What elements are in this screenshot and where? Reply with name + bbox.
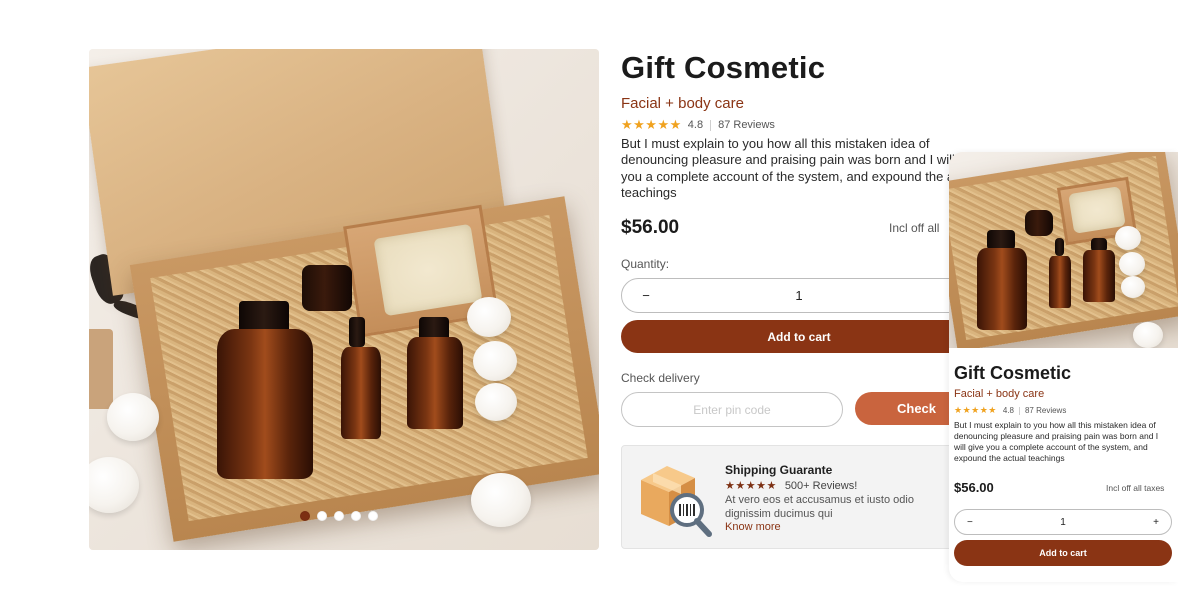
product-subtitle: Facial + body care — [621, 95, 744, 112]
dropper-cap — [349, 317, 365, 347]
decrement-button[interactable]: − — [636, 288, 656, 303]
mobile-add-to-cart-button[interactable]: Add to cart — [954, 540, 1172, 566]
large-bottle — [977, 248, 1027, 330]
product-image[interactable] — [89, 49, 599, 550]
star-rating-icon: ★★★★★ — [725, 480, 777, 492]
dropper-bottle — [1049, 256, 1071, 308]
cotton-flower — [467, 297, 511, 337]
mobile-quantity-stepper: − 1 + — [954, 509, 1172, 535]
dropper-bottle — [341, 347, 381, 439]
mobile-product-image[interactable] — [949, 152, 1178, 348]
quantity-value[interactable]: 1 — [795, 288, 802, 303]
package-search-icon — [641, 466, 712, 537]
product-title: Gift Cosmetic — [621, 50, 826, 85]
soap-bar — [373, 223, 483, 317]
quantity-label: Quantity: — [621, 257, 670, 271]
increment-button[interactable]: + — [1153, 517, 1159, 528]
product-rating: ★★★★★ 4.8 87 Reviews — [621, 117, 775, 133]
cotton-flower — [475, 383, 517, 421]
mobile-product-rating: ★★★★★ 4.8 87 Reviews — [954, 405, 1066, 416]
shipping-rating: ★★★★★ 500+ Reviews! — [725, 479, 858, 493]
large-bottle — [217, 329, 313, 479]
small-jar — [302, 265, 352, 311]
shipping-review-count: 500+ Reviews! — [784, 479, 858, 492]
carousel-dot[interactable] — [334, 511, 344, 521]
check-delivery-label: Check delivery — [621, 371, 700, 385]
know-more-link[interactable]: Know more — [725, 521, 781, 533]
review-count[interactable]: 87 Reviews — [718, 119, 775, 131]
large-bottle-cap — [987, 230, 1015, 250]
small-jar — [1025, 210, 1053, 236]
soap-bar — [1068, 186, 1126, 234]
mobile-product-title: Gift Cosmetic — [954, 363, 1072, 383]
cotton-flower — [1119, 252, 1145, 276]
cotton-flower — [1133, 322, 1163, 348]
shipping-description: At vero eos et accusamus et iusto odio d… — [725, 494, 914, 520]
cotton-flower — [107, 393, 159, 441]
carousel-dot[interactable] — [351, 511, 361, 521]
mobile-tax-note: Incl off all taxes — [1106, 483, 1165, 493]
rating-divider — [1018, 406, 1020, 415]
mobile-preview-card: Gift Cosmetic Facial + body care ★★★★★ 4… — [949, 152, 1178, 582]
quantity-value[interactable]: 1 — [1060, 517, 1066, 528]
product-price: $56.00 — [621, 217, 680, 238]
carousel-dot[interactable] — [300, 511, 310, 521]
gift-box-decoration — [89, 329, 113, 409]
pin-code-input[interactable]: Enter pin code — [621, 392, 843, 427]
mobile-product-description: But I must explain to you how all this m… — [954, 420, 1159, 463]
cotton-flower — [1121, 276, 1145, 298]
carousel-dots — [300, 511, 378, 521]
cotton-flower — [1115, 226, 1141, 250]
amber-bottle — [1083, 250, 1115, 302]
tax-note: Incl off all — [889, 221, 940, 235]
dropper-cap — [1055, 238, 1064, 256]
product-description: But I must explain to you how all this m… — [621, 136, 969, 200]
cotton-flower — [473, 341, 517, 381]
cotton-flower — [471, 473, 531, 527]
rating-divider — [710, 119, 712, 131]
mobile-product-price: $56.00 — [954, 480, 994, 495]
mobile-product-subtitle: Facial + body care — [954, 388, 1045, 400]
add-to-cart-button[interactable]: Add to cart — [621, 320, 977, 353]
rating-value: 4.8 — [1002, 406, 1014, 415]
decrement-button[interactable]: − — [967, 517, 973, 528]
star-rating-icon: ★★★★★ — [621, 117, 682, 132]
carousel-dot[interactable] — [317, 511, 327, 521]
review-count[interactable]: 87 Reviews — [1025, 406, 1066, 415]
carousel-dot[interactable] — [368, 511, 378, 521]
star-rating-icon: ★★★★★ — [954, 405, 997, 415]
amber-bottle — [407, 337, 463, 429]
quantity-stepper: − 1 — [621, 278, 977, 313]
shipping-title: Shipping Guarante — [725, 463, 833, 477]
rating-value: 4.8 — [687, 119, 704, 131]
